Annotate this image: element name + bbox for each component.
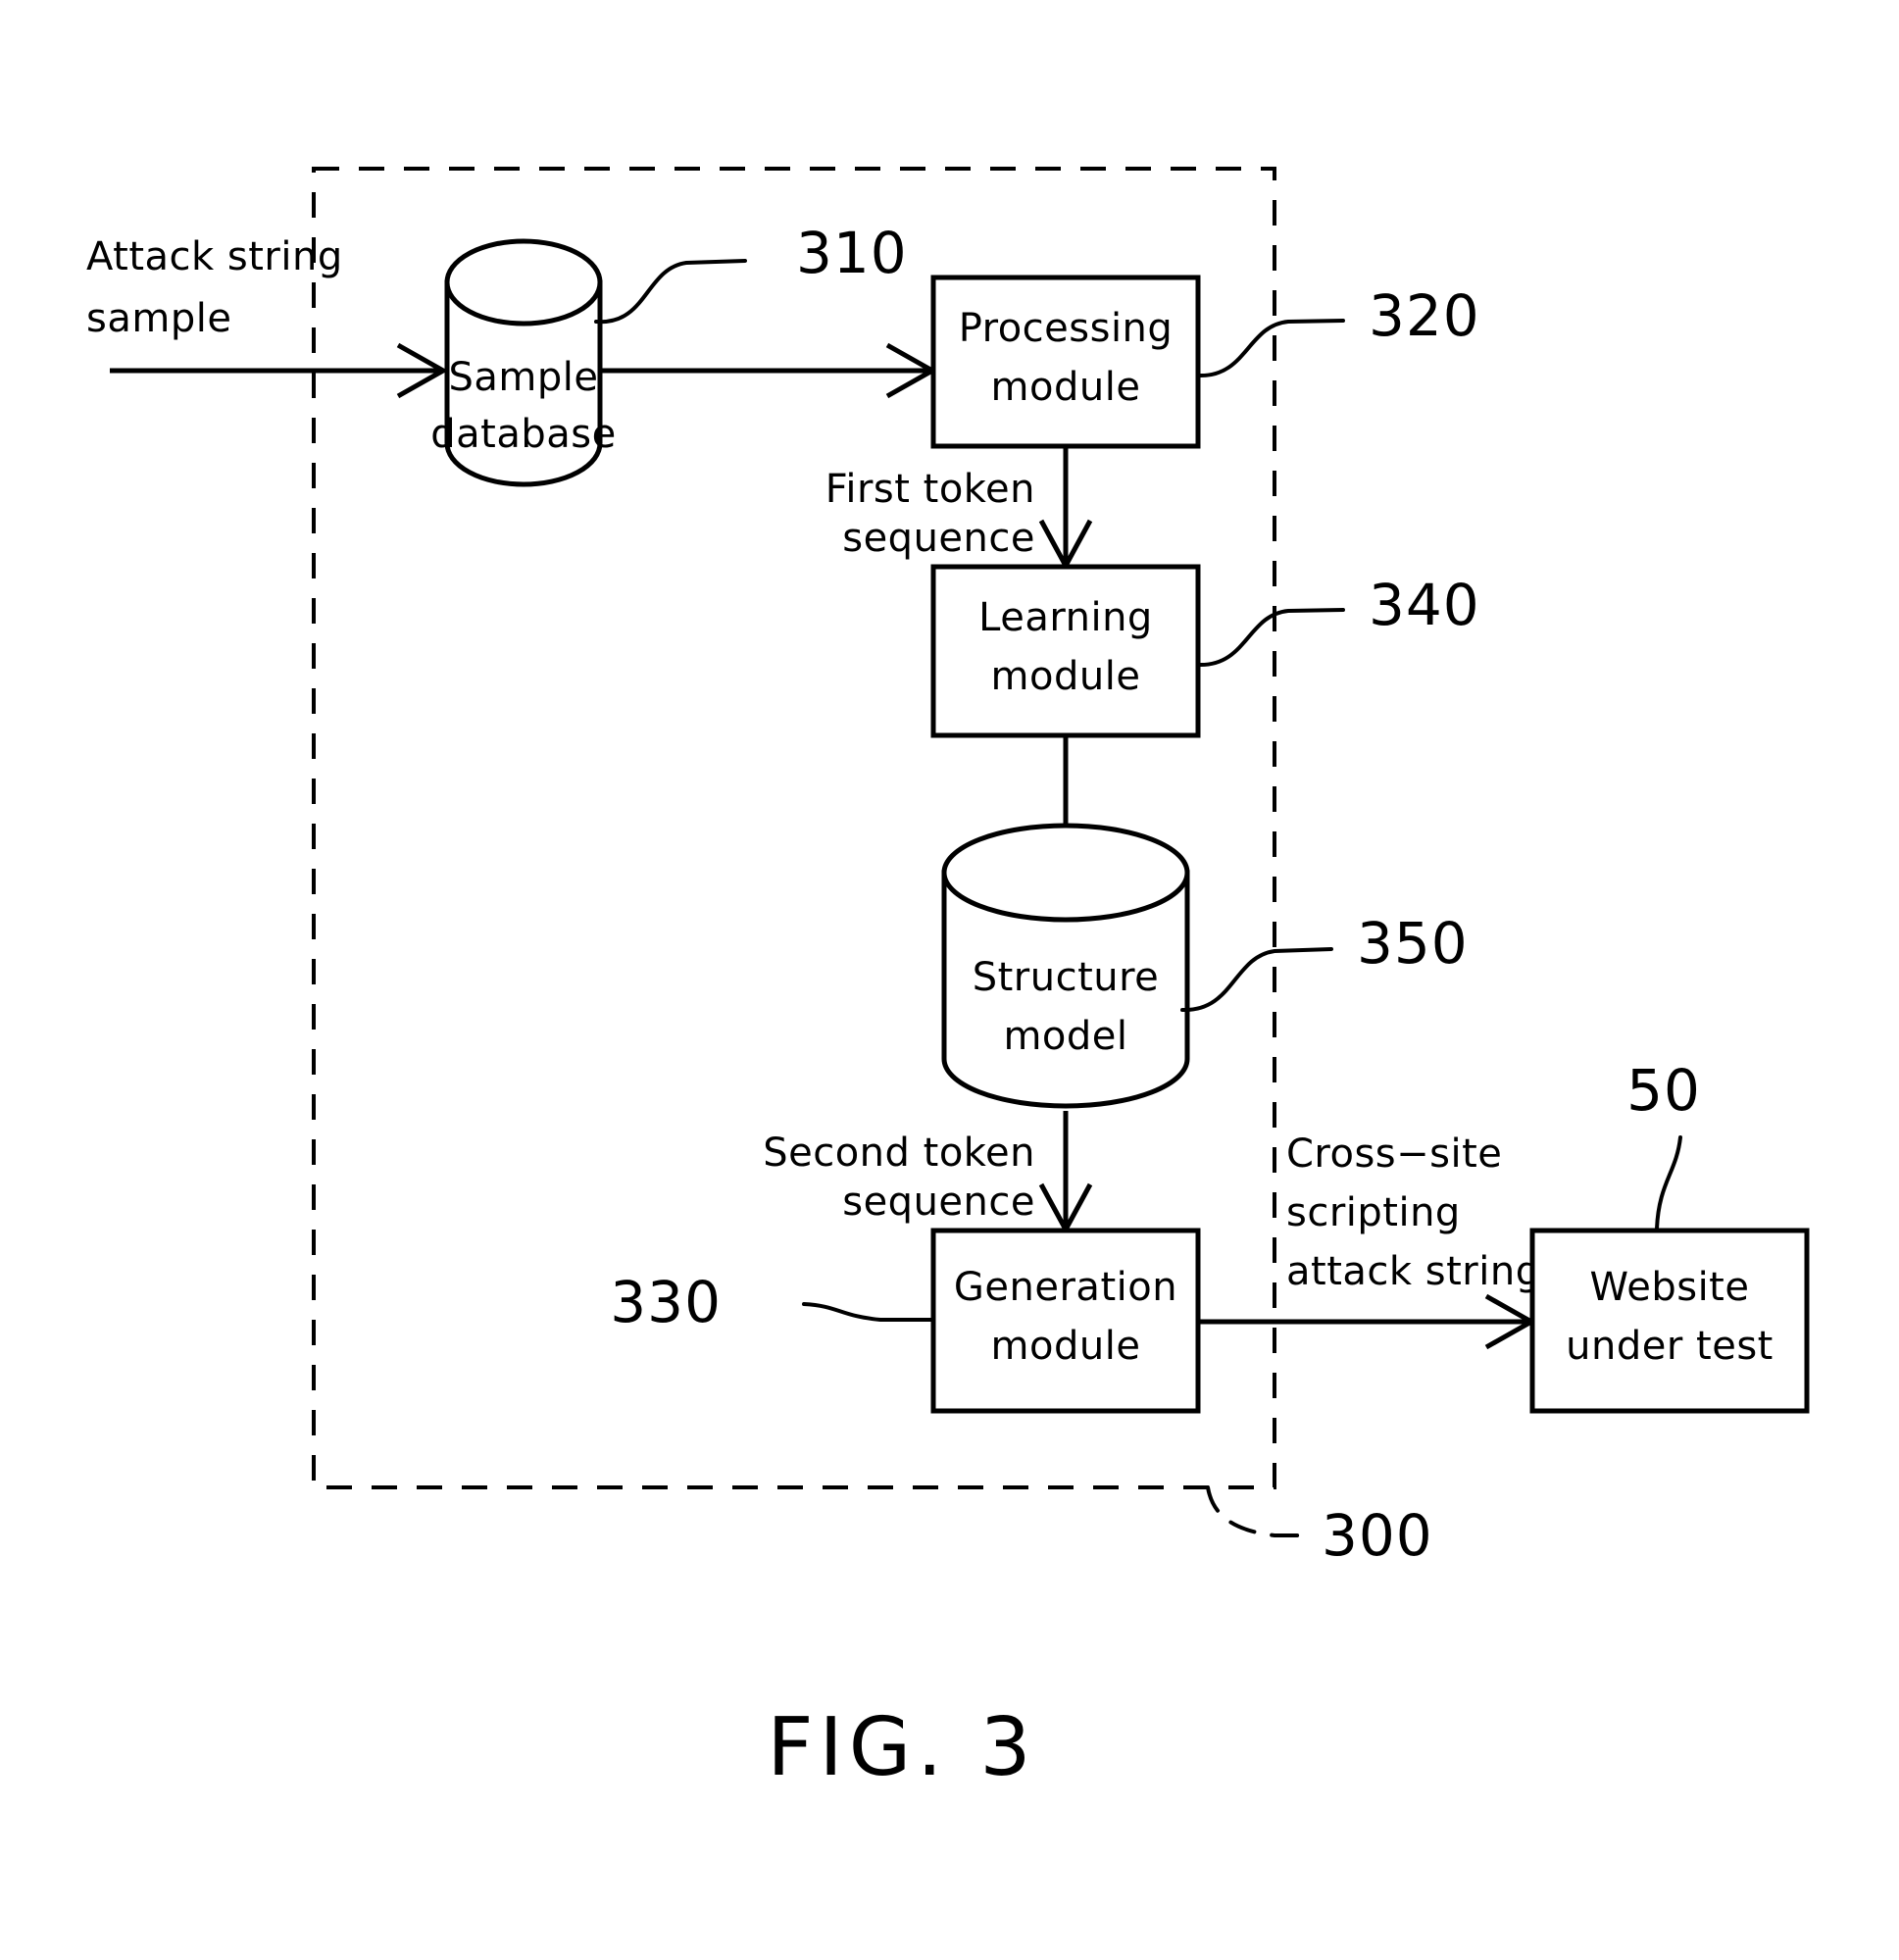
second-token-sequence-label-line1: Second token [763,1131,1035,1176]
node-website-under-test: Website under test [1529,1228,1810,1414]
website-under-test-label-line1: Website [1590,1265,1750,1310]
node-structure-model: Structure model [941,823,1190,1109]
learning-module-label-line1: Learning [978,595,1153,640]
cross-site-scripting-label-line2: scripting [1286,1190,1461,1235]
arrow-processing-to-learning [1038,446,1093,572]
processing-module-label-line2: module [991,365,1141,410]
second-token-sequence-label-line2: sequence [842,1180,1035,1225]
leader-310 [594,259,747,325]
generation-module-label-line1: Generation [954,1265,1177,1310]
node-learning-module: Learning module [930,564,1201,738]
input-label-line2: sample [86,296,231,341]
structure-model-label-line1: Structure [973,955,1160,1000]
patent-figure-3: Attack string sample Sample database 310… [0,0,1899,1960]
node-processing-module: Processing module [930,275,1201,449]
first-token-sequence-label-line1: First token [825,467,1035,512]
arrow-generation-to-website [1198,1293,1537,1350]
first-token-sequence-label-line2: sequence [842,516,1035,561]
learning-module-label-line2: module [991,654,1141,699]
ref-num-340: 340 [1369,572,1480,638]
structure-model-label-line2: model [1003,1014,1127,1059]
leader-330 [802,1302,935,1322]
arrow-database-to-processing [600,342,938,399]
ref-num-300: 300 [1322,1502,1433,1569]
generation-module-label-line2: module [991,1324,1141,1369]
cross-site-scripting-label-line1: Cross−site [1286,1131,1502,1177]
sample-database-label-line2: database [430,412,616,457]
ref-num-330: 330 [610,1269,722,1335]
leader-300 [1206,1485,1306,1537]
ref-num-50: 50 [1626,1057,1701,1124]
website-under-test-label-line2: under test [1566,1324,1774,1369]
input-label-line1: Attack string [86,234,343,279]
input-attack-string-arrow [110,342,449,399]
leader-50 [1655,1135,1682,1231]
processing-module-label-line1: Processing [959,306,1174,351]
sample-database-label-line1: Sample [449,355,599,400]
ref-num-320: 320 [1369,282,1480,349]
ref-num-310: 310 [796,220,908,286]
leader-340 [1196,608,1345,668]
ref-num-350: 350 [1357,910,1469,977]
leader-350 [1180,947,1333,1013]
node-sample-database: Sample database [430,238,616,487]
cross-site-scripting-label-line3: attack string [1286,1249,1541,1294]
arrow-model-to-generation [1038,1111,1093,1235]
leader-320 [1196,319,1345,378]
figure-caption: FIG. 3 [767,1701,1036,1794]
node-generation-module: Generation module [930,1228,1201,1414]
